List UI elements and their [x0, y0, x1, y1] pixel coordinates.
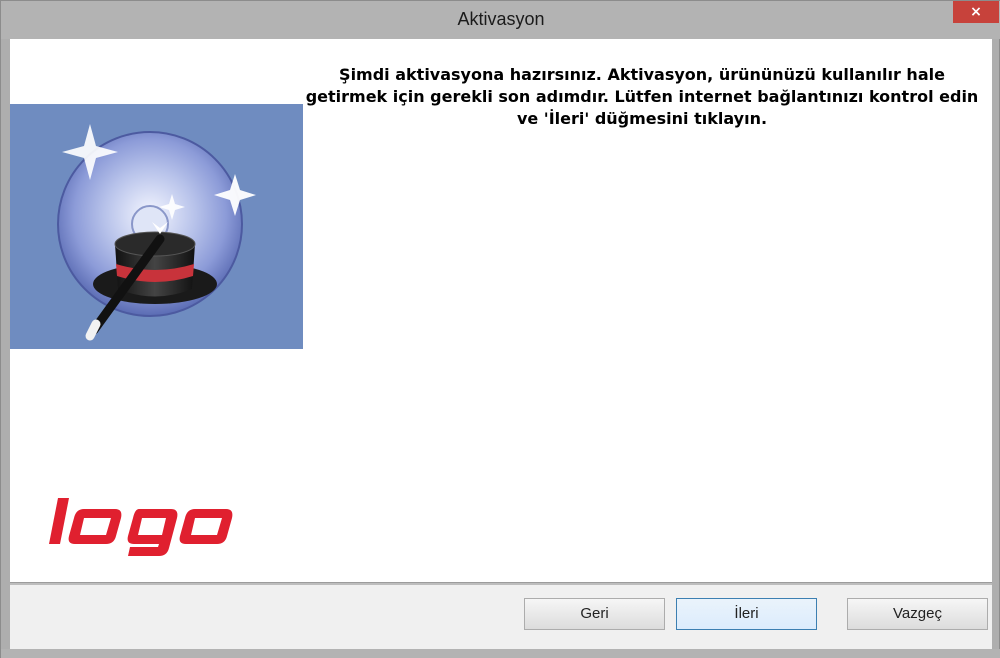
cd-magic-hat-icon	[57, 124, 256, 341]
activation-message: Şimdi aktivasyona hazırsınız. Aktivasyon…	[305, 65, 979, 128]
window-title: Aktivasyon	[457, 9, 545, 29]
back-button[interactable]: Geri	[524, 598, 665, 630]
title-bar[interactable]: Aktivasyon ×	[1, 1, 1000, 39]
activation-banner	[10, 104, 303, 349]
button-bar	[10, 585, 992, 649]
logo	[48, 496, 243, 556]
logo-mark	[49, 498, 233, 556]
cancel-button[interactable]: Vazgeç	[847, 598, 988, 630]
close-button[interactable]: ×	[953, 1, 999, 23]
activation-window: Aktivasyon × Şimdi aktivasyona hazırsını…	[0, 0, 1000, 658]
next-button[interactable]: İleri	[676, 598, 817, 630]
